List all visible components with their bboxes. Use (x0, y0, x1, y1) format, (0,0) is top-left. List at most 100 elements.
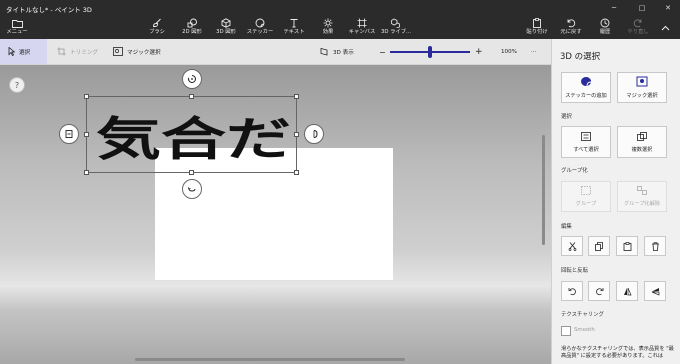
resize-handle-tl[interactable] (84, 94, 89, 99)
undo-button[interactable]: 元に戻す (558, 17, 584, 39)
canvas-area[interactable]: ? 気合だ (0, 65, 551, 364)
resize-handle-t[interactable] (189, 94, 194, 99)
magic-select-label: マジック選択 (127, 50, 161, 56)
select-tool[interactable]: 選択 (8, 46, 30, 58)
effects-icon (323, 17, 333, 29)
brush-icon (152, 17, 162, 29)
magic-select-icon (113, 46, 123, 58)
rotate-y-handle[interactable] (304, 124, 324, 144)
scissors-icon (568, 241, 576, 251)
rotate-x-handle[interactable] (182, 69, 202, 89)
ungroup-label: グループ化解除 (623, 201, 660, 207)
tool-label: キャンバス (348, 29, 376, 35)
add-sticker-button[interactable]: ステッカーの追加 (561, 72, 611, 103)
tool-label: 2D 図形 (182, 29, 202, 35)
resize-handle-b[interactable] (189, 170, 194, 175)
copy-button[interactable] (588, 236, 610, 256)
group-button[interactable]: グループ (561, 181, 611, 212)
more-options-button[interactable]: ··· (531, 46, 536, 58)
maximize-button[interactable]: □ (630, 1, 654, 15)
history-icon (600, 17, 610, 29)
copy-icon (594, 241, 603, 251)
paste-button[interactable]: 貼り付け (524, 17, 550, 39)
tool-3d-library[interactable]: 3D ライブ... (381, 17, 411, 39)
zoom-in-button[interactable]: + (475, 46, 483, 58)
smooth-label: Smooth (574, 327, 595, 333)
tool-3d-shapes[interactable]: 3D 図形 (212, 17, 240, 39)
texture-note: 滑らかなテクスチャリングでは、表示品質を "最高品質" に設定する必要があります… (561, 346, 674, 359)
collapse-ribbon-button[interactable] (658, 17, 672, 39)
tool-text[interactable]: テキスト (282, 17, 306, 39)
tool-label: ステッカー (246, 29, 274, 35)
3d-library-icon (391, 17, 401, 29)
panel-title: 3D の選択 (560, 52, 601, 62)
flip-horizontal-icon (623, 287, 632, 295)
menu-label: メニュー (6, 29, 28, 35)
rotate-right-button[interactable] (588, 281, 610, 301)
view-3d-label: 3D 表示 (333, 50, 354, 56)
resize-handle-r[interactable] (294, 132, 299, 137)
paste-icon (623, 241, 631, 251)
select-all-button[interactable]: すべて選択 (561, 126, 611, 158)
crop-icon (57, 47, 66, 58)
3d-view-icon (320, 47, 329, 58)
ribbon: メニュー ブラシ 2D 図形 3D 図形 ステッカー テキスト 効果 キャンバス… (0, 17, 680, 39)
resize-handle-bl[interactable] (84, 170, 89, 175)
undo-icon (566, 17, 576, 29)
tool-canvas[interactable]: キャンバス (347, 17, 377, 39)
flip-vertical-icon (651, 287, 659, 296)
vertical-scrollbar[interactable] (542, 135, 545, 245)
tool-2d-shapes[interactable]: 2D 図形 (178, 17, 206, 39)
sticker-icon (255, 17, 265, 29)
texture-section-label: テクスチャリング (561, 312, 604, 318)
paste-icon (532, 17, 542, 29)
redo-button[interactable]: やり直し (625, 17, 651, 39)
rotate-y-icon (313, 130, 318, 138)
multi-select-button[interactable]: 複数選択 (617, 126, 667, 158)
tool-label: 3D ライブ... (380, 29, 412, 35)
magic-select-icon (636, 76, 648, 89)
rotate-z-icon (187, 187, 196, 192)
help-button[interactable]: ? (9, 77, 25, 93)
3d-shapes-icon (221, 17, 231, 29)
horizontal-scrollbar[interactable] (135, 358, 405, 361)
paste-button[interactable] (616, 236, 638, 256)
cut-button[interactable] (561, 236, 583, 256)
flip-vertical-button[interactable] (644, 281, 666, 301)
smooth-checkbox[interactable] (561, 326, 571, 336)
text-sticker[interactable]: 気合だ (94, 105, 294, 165)
rotate-x-icon (188, 75, 196, 83)
group-section-label: グループ化 (561, 168, 588, 174)
view-3d-toggle[interactable]: 3D 表示 (320, 46, 354, 58)
rotate-z-handle[interactable] (182, 179, 202, 199)
flip-horizontal-button[interactable] (616, 281, 638, 301)
select-section-label: 選択 (561, 114, 572, 120)
close-button[interactable]: ✕ (656, 1, 680, 15)
magic-select-tool[interactable]: マジック選択 (113, 46, 161, 58)
tool-sticker[interactable]: ステッカー (245, 17, 275, 39)
trim-tool[interactable]: トリミング (57, 46, 98, 58)
group-icon (581, 186, 591, 197)
push-back-handle[interactable] (59, 124, 79, 144)
magic-select-button[interactable]: マジック選択 (617, 72, 667, 103)
trim-tool-label: トリミング (70, 50, 98, 56)
zoom-slider-thumb[interactable] (428, 46, 432, 58)
zoom-out-button[interactable]: − (379, 46, 386, 58)
sticker-text: 気合だ (96, 112, 291, 165)
action-label: やり直し (627, 29, 649, 35)
tool-label: ブラシ (149, 29, 165, 35)
tool-effects[interactable]: 効果 (318, 17, 338, 39)
rotate-left-button[interactable] (561, 281, 583, 301)
resize-handle-tr[interactable] (294, 94, 299, 99)
ungroup-button[interactable]: グループ化解除 (617, 181, 667, 212)
tool-brush[interactable]: ブラシ (146, 17, 168, 39)
zoom-slider[interactable] (390, 46, 470, 58)
trash-icon (651, 241, 659, 251)
resize-handle-br[interactable] (294, 170, 299, 175)
tool-label: 効果 (322, 29, 334, 35)
resize-handle-l[interactable] (84, 132, 89, 137)
history-button[interactable]: 履歴 (592, 17, 618, 39)
delete-button[interactable] (644, 236, 666, 256)
minimize-button[interactable]: ─ (602, 1, 626, 15)
menu-button[interactable]: メニュー (6, 17, 28, 39)
